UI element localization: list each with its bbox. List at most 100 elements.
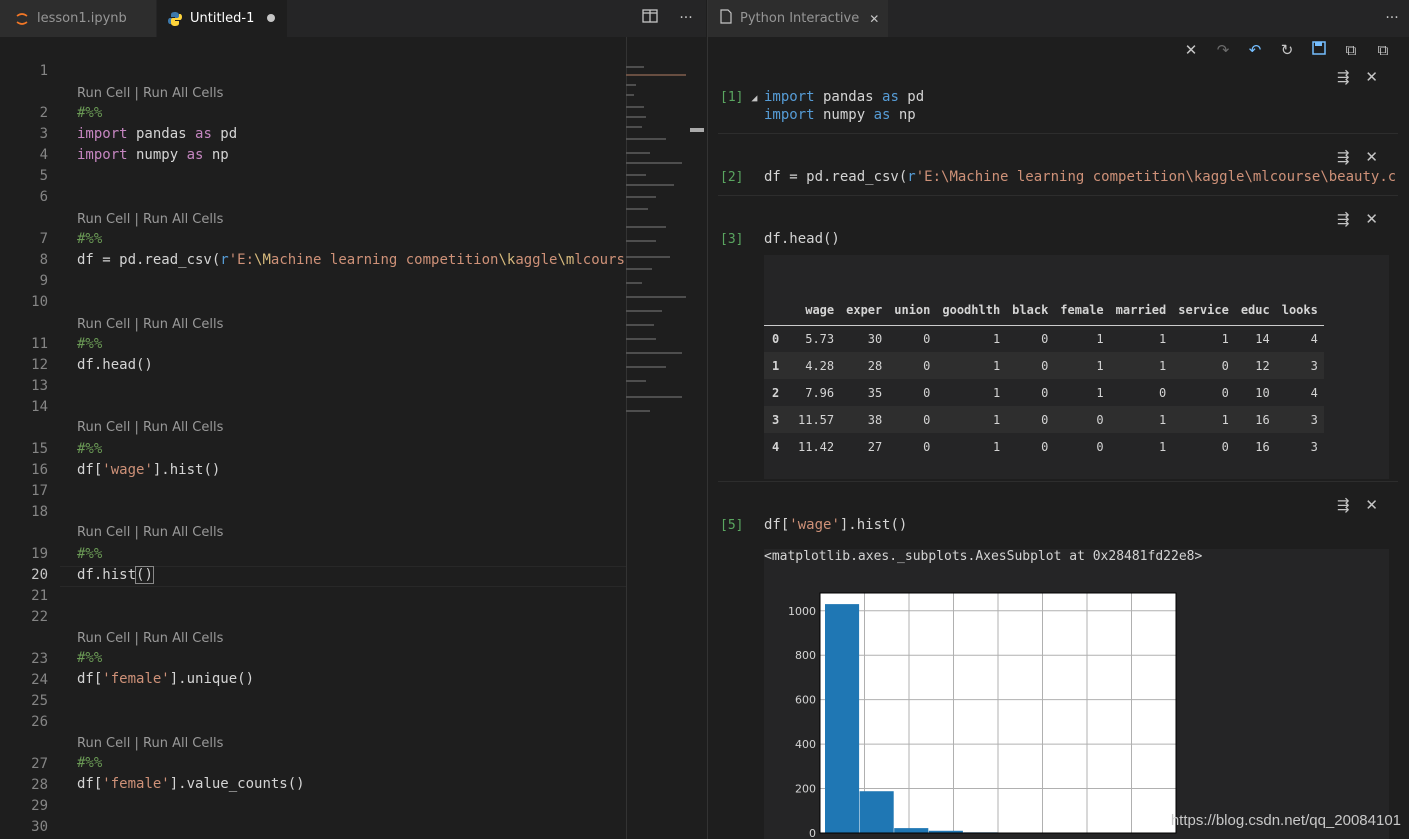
keyword: import (764, 107, 815, 123)
line-number: 28 (31, 777, 48, 793)
code-text: ].hist() (839, 517, 908, 533)
unsaved-dot-icon[interactable] (267, 14, 275, 22)
delete-cell-icon[interactable]: ✕ (1365, 210, 1378, 228)
code-line-20[interactable]: df.hist() (77, 566, 154, 584)
line-number: 10 (31, 294, 48, 310)
bracket-match: () (135, 566, 154, 584)
goto-code-icon[interactable]: ⇶ (1337, 68, 1350, 86)
escape: \k (498, 252, 516, 268)
tab-untitled[interactable]: Untitled-1 (157, 0, 287, 37)
string: achine learning competition (270, 252, 499, 268)
table-cell: 1 (1109, 406, 1173, 433)
cell-marker: #%% (77, 546, 103, 562)
cell-marker: #%% (77, 650, 103, 666)
tab-lesson1[interactable]: lesson1.ipynb (0, 0, 156, 37)
run-cell-codelens[interactable]: Run Cell | Run All Cells (77, 212, 223, 227)
cell-number-text: [1] (720, 90, 744, 105)
run-cell-codelens[interactable]: Run Cell | Run All Cells (77, 525, 223, 540)
line-number: 19 (31, 546, 48, 562)
code-line-12[interactable]: df.head() (77, 357, 153, 373)
keyword: as (195, 126, 212, 142)
table-cell: 0 (1041, 385, 1049, 400)
table-cell: 1 (1054, 352, 1110, 379)
delete-cell-icon[interactable]: ✕ (1365, 496, 1378, 514)
table-cell: 0 (1054, 406, 1110, 433)
more-actions-icon[interactable]: ··· (677, 9, 695, 27)
run-cell-codelens[interactable]: Run Cell | Run All Cells (77, 86, 223, 101)
minimap[interactable] (624, 60, 694, 839)
interactive-cell: ⇶ ✕ [2] df = pd.read_csv(r'E:\Machine le… (708, 148, 1398, 193)
line-number: 9 (39, 273, 48, 289)
close-tab-icon[interactable]: ✕ (869, 12, 879, 26)
table-cell: 0 (923, 331, 931, 346)
redo-icon[interactable]: ↷ (1213, 40, 1233, 60)
y-tick-label: 600 (795, 694, 816, 707)
dataframe-table: wage exper union goodhlth black female m… (764, 295, 1324, 460)
string: 'female' (102, 671, 170, 687)
code-text: np (890, 107, 916, 123)
collapse-all-icon[interactable]: ⧉ (1373, 40, 1393, 60)
column-header (764, 295, 792, 326)
y-tick-label: 400 (795, 738, 816, 751)
code-line-28[interactable]: df['female'].value_counts() (77, 776, 305, 792)
code-line-3[interactable]: import pandas as pd (77, 126, 237, 142)
cell-marker: #%% (77, 336, 103, 352)
expand-all-icon[interactable]: ⧉ (1341, 40, 1361, 60)
line-number: 27 (31, 756, 48, 772)
split-editor-icon[interactable] (641, 9, 659, 27)
code-text: pandas (127, 126, 196, 142)
escape: \m (557, 252, 575, 268)
goto-code-icon[interactable]: ⇶ (1337, 148, 1350, 166)
code-line-8[interactable]: df = pd.read_csv(r'E:\Machine learning c… (77, 252, 625, 268)
cell-code: df = pd.read_csv(r'E:\Machine learning c… (764, 169, 1404, 185)
goto-code-icon[interactable]: ⇶ (1337, 210, 1350, 228)
goto-code-icon[interactable]: ⇶ (1337, 496, 1350, 514)
raw-prefix: r (907, 169, 916, 185)
dataframe-output: wage exper union goodhlth black female m… (764, 255, 1389, 479)
clear-all-icon[interactable]: ✕ (1181, 40, 1201, 60)
save-notebook-icon[interactable] (1309, 40, 1329, 60)
code-line-16[interactable]: df['wage'].hist() (77, 462, 220, 478)
cell-marker: #%% (77, 231, 103, 247)
tab-label: Untitled-1 (190, 11, 255, 26)
line-number: 11 (31, 336, 48, 352)
delete-cell-icon[interactable]: ✕ (1365, 148, 1378, 166)
code-line-24[interactable]: df['female'].unique() (77, 671, 254, 687)
overview-ruler-marker (690, 128, 704, 132)
run-cell-codelens[interactable]: Run Cell | Run All Cells (77, 420, 223, 435)
run-cell-codelens[interactable]: Run Cell | Run All Cells (77, 736, 223, 751)
row-index: 2 (772, 385, 780, 400)
code-editor[interactable]: lesson1.ipynb Untitled-1 ··· 1 2 3 4 5 6… (0, 0, 706, 839)
cell-controls: ⇶ ✕ (1337, 148, 1378, 166)
line-number: 25 (31, 693, 48, 709)
table-cell: 14 (1255, 331, 1270, 346)
table-cell: 0 (1172, 352, 1235, 379)
string: 'female' (102, 776, 170, 792)
y-tick-label: 1000 (788, 605, 816, 618)
table-cell: 16 (1255, 439, 1270, 454)
collapse-caret-icon[interactable]: ◢ (751, 93, 757, 104)
more-actions-icon[interactable]: ··· (1383, 9, 1401, 27)
interactive-cell: ⇶ ✕ [1] ◢ import pandas as pd import num… (708, 68, 1398, 132)
code-text: np (203, 147, 229, 163)
line-number: 22 (31, 609, 48, 625)
y-tick-label: 800 (795, 649, 816, 662)
table-cell: 11.42 (798, 439, 835, 454)
python-interactive-panel: Python Interactive ✕ ··· ✕ ↷ ↶ ↻ ⧉ ⧉ ⇶ ✕… (707, 0, 1409, 839)
restart-kernel-icon[interactable]: ↻ (1277, 40, 1297, 60)
string: 'wage' (789, 517, 840, 533)
column-header: married (1109, 295, 1173, 326)
table-cell: 27 (867, 439, 883, 454)
delete-cell-icon[interactable]: ✕ (1365, 68, 1378, 86)
table-cell: 5.73 (805, 331, 835, 346)
cell-code: df.head() (764, 231, 840, 247)
run-cell-codelens[interactable]: Run Cell | Run All Cells (77, 631, 223, 646)
table-cell: 0 (1221, 439, 1229, 454)
tab-python-interactive[interactable]: Python Interactive ✕ (708, 0, 888, 37)
line-number: 26 (31, 714, 48, 730)
table-cell: 3 (1275, 406, 1324, 433)
code-text: numpy (127, 147, 187, 163)
code-line-4[interactable]: import numpy as np (77, 147, 229, 163)
undo-icon[interactable]: ↶ (1245, 40, 1265, 60)
run-cell-codelens[interactable]: Run Cell | Run All Cells (77, 317, 223, 332)
